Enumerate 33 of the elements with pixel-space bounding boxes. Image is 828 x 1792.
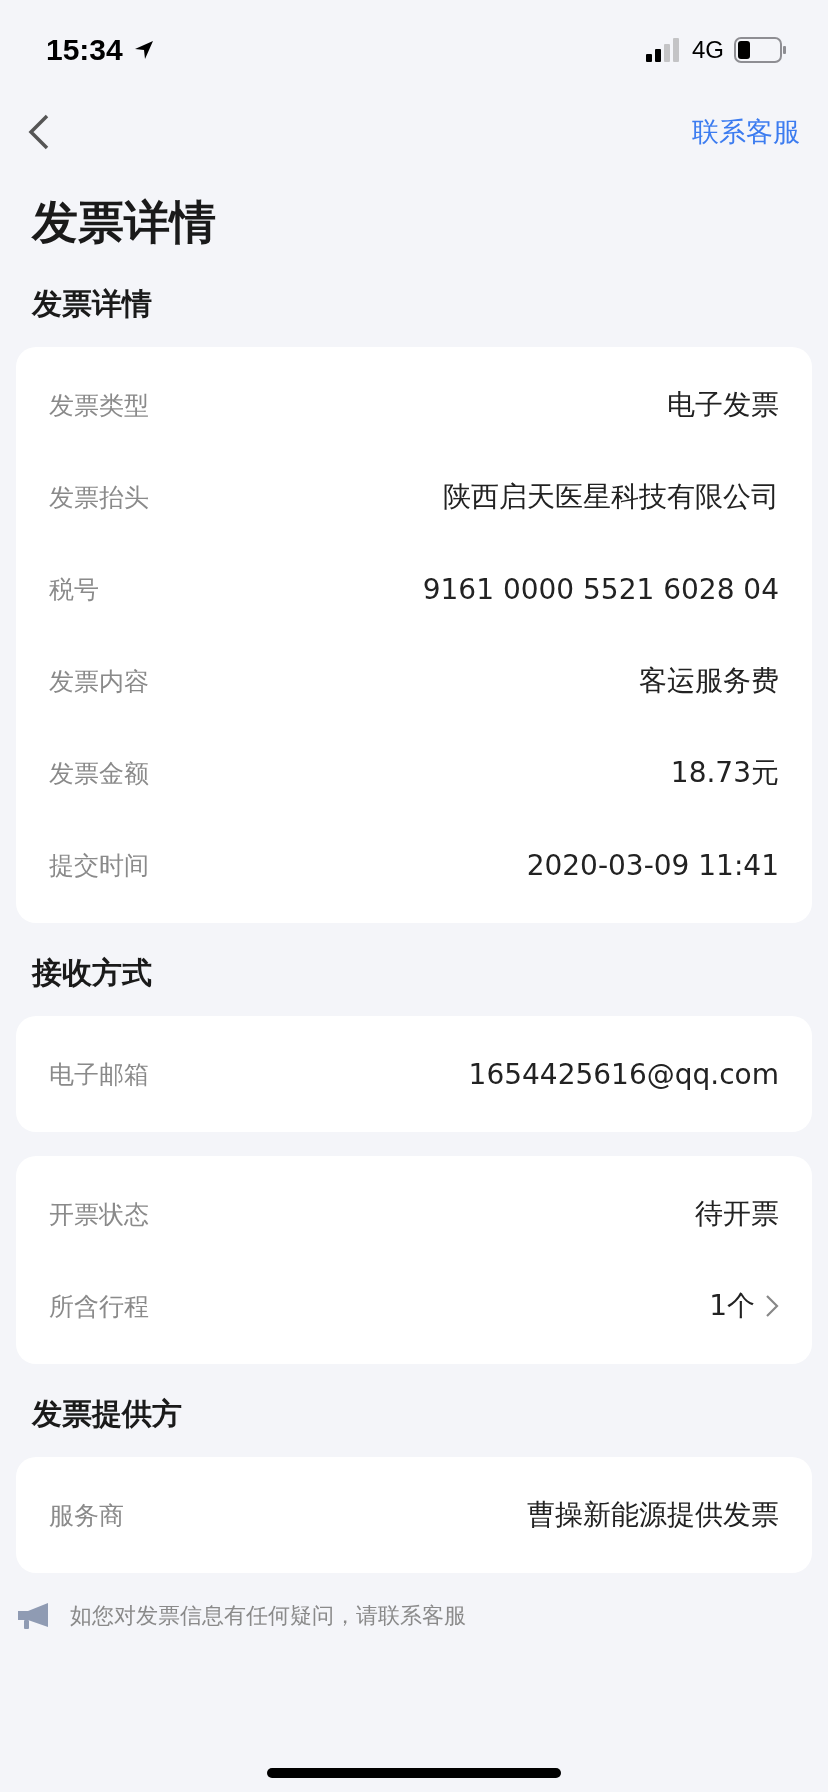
field-value: 客运服务费 bbox=[639, 663, 779, 699]
field-label: 发票内容 bbox=[49, 665, 149, 698]
section-heading: 发票提供方 bbox=[32, 1395, 183, 1433]
field-label: 发票抬头 bbox=[49, 481, 149, 514]
field-label: 发票金额 bbox=[49, 757, 149, 790]
battery-icon bbox=[734, 37, 786, 63]
back-icon[interactable] bbox=[28, 114, 50, 150]
field-value: 电子发票 bbox=[667, 387, 779, 423]
field-value: 18.73元 bbox=[670, 755, 779, 791]
field-label: 发票类型 bbox=[49, 389, 149, 422]
field-label: 服务商 bbox=[49, 1499, 124, 1532]
field-value: 待开票 bbox=[695, 1196, 779, 1232]
field-value: 2020-03-09 11:41 bbox=[526, 848, 779, 882]
field-label: 所含行程 bbox=[49, 1290, 149, 1323]
field-label: 开票状态 bbox=[49, 1198, 149, 1231]
field-label: 税号 bbox=[49, 573, 99, 606]
trip-count-link[interactable]: 1个 bbox=[709, 1287, 779, 1325]
field-value: 陕西启天医星科技有限公司 bbox=[443, 479, 779, 515]
field-label: 电子邮箱 bbox=[49, 1058, 149, 1091]
field-value: 9161 0000 5521 6028 04 bbox=[422, 572, 779, 606]
megaphone-icon bbox=[16, 1601, 50, 1631]
section-heading: 发票详情 bbox=[32, 285, 153, 323]
signal-icon bbox=[646, 38, 682, 62]
chevron-right-icon bbox=[765, 1294, 779, 1318]
section-heading: 接收方式 bbox=[32, 954, 153, 992]
field-label: 提交时间 bbox=[49, 849, 149, 882]
contact-support-link[interactable]: 联系客服 bbox=[692, 114, 800, 150]
field-value: 1654425616@qq.com bbox=[468, 1057, 779, 1091]
status-time: 15:34 bbox=[46, 33, 123, 67]
page-title: 发票详情 bbox=[32, 194, 217, 251]
network-type: 4G bbox=[692, 36, 724, 64]
field-value: 曹操新能源提供发票 bbox=[527, 1497, 779, 1533]
notice-text: 如您对发票信息有任何疑问，请联系客服 bbox=[70, 1602, 466, 1630]
